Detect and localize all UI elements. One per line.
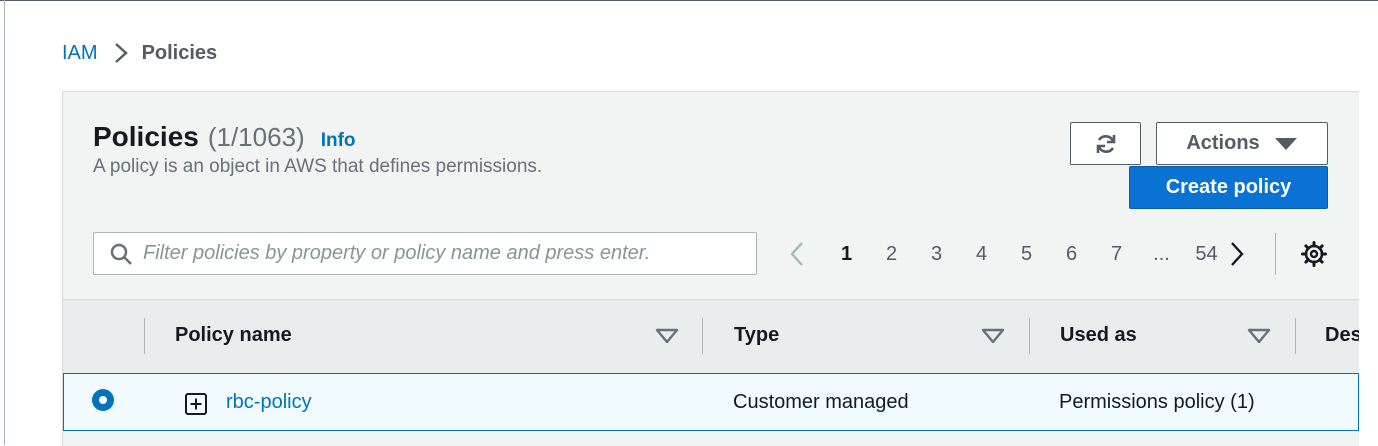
actions-dropdown-button[interactable]: Actions	[1156, 122, 1328, 165]
window-top-border	[0, 0, 1378, 1]
create-policy-button[interactable]: Create policy	[1129, 166, 1328, 209]
page-5-button[interactable]: 5	[1004, 243, 1049, 266]
next-page-icon[interactable]	[1225, 241, 1249, 267]
policy-type-cell: Customer managed	[733, 391, 909, 413]
column-separator	[1295, 318, 1296, 354]
policy-name-link[interactable]: rbc-policy	[226, 391, 312, 414]
page-54-button[interactable]: 54	[1184, 243, 1229, 266]
expand-plus-icon[interactable]	[184, 392, 208, 416]
sort-icon[interactable]	[981, 328, 1005, 344]
table-header: Policy name Type Used as Des	[63, 299, 1359, 374]
page-description: A policy is an object in AWS that define…	[93, 156, 543, 177]
gear-icon[interactable]	[1300, 240, 1328, 268]
page-title: Policies	[93, 121, 199, 152]
create-policy-label: Create policy	[1165, 176, 1292, 198]
pagination-divider	[1275, 233, 1276, 275]
filter-search-box	[93, 232, 757, 275]
actions-label: Actions	[1186, 132, 1260, 154]
column-separator	[702, 318, 703, 354]
page-4-button[interactable]: 4	[959, 243, 1004, 266]
breadcrumb-current: Policies	[141, 41, 218, 64]
column-separator	[144, 318, 145, 354]
page-1-button[interactable]: 1	[824, 243, 869, 266]
policies-panel: Policies (1/1063) Info A policy is an ob…	[62, 91, 1359, 446]
page-6-button[interactable]: 6	[1049, 243, 1094, 266]
row-select-radio[interactable]	[92, 389, 114, 411]
page-header: Policies (1/1063) Info	[93, 121, 356, 153]
breadcrumb: IAM Policies	[62, 40, 217, 66]
page-2-button[interactable]: 2	[869, 243, 914, 266]
table-row[interactable]: rbc-policy Customer managed Permissions …	[63, 373, 1359, 431]
pagination: 1 2 3 4 5 6 7 ... 54	[785, 233, 1249, 275]
filter-search-input[interactable]	[143, 242, 723, 265]
column-separator	[1029, 318, 1030, 354]
policy-count: (1/1063)	[207, 122, 305, 152]
refresh-icon	[1094, 132, 1118, 156]
column-header-used-as[interactable]: Used as	[1060, 324, 1137, 347]
chevron-right-icon	[114, 42, 128, 64]
previous-page-icon[interactable]	[785, 241, 809, 267]
policy-used-as-cell: Permissions policy (1)	[1059, 391, 1255, 413]
page-7-button[interactable]: 7	[1094, 243, 1139, 266]
refresh-button[interactable]	[1070, 122, 1141, 165]
column-header-type[interactable]: Type	[734, 324, 779, 347]
column-header-policy-name[interactable]: Policy name	[175, 324, 292, 347]
sort-icon[interactable]	[1247, 328, 1271, 344]
sort-icon[interactable]	[655, 328, 679, 344]
caret-down-icon	[1274, 137, 1298, 151]
page-3-button[interactable]: 3	[914, 243, 959, 266]
page-ellipsis: ...	[1153, 242, 1170, 265]
info-link[interactable]: Info	[321, 130, 356, 152]
search-icon	[109, 242, 133, 266]
column-header-description[interactable]: Des	[1325, 324, 1359, 347]
breadcrumb-iam-link[interactable]: IAM	[62, 42, 98, 65]
window-left-border	[4, 0, 5, 445]
